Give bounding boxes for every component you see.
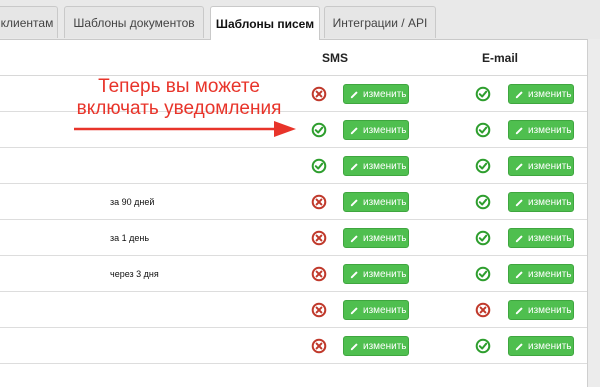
sms-edit-button[interactable]: изменить bbox=[343, 264, 409, 284]
pencil-icon bbox=[515, 270, 524, 279]
pencil-icon bbox=[350, 270, 359, 279]
edit-button-label: изменить bbox=[363, 304, 407, 316]
pencil-icon bbox=[350, 126, 359, 135]
tab-label: Шаблоны писем bbox=[215, 16, 315, 31]
pencil-icon bbox=[515, 306, 524, 315]
row-period: через 3 дня bbox=[110, 269, 159, 279]
annotation-arrow bbox=[74, 121, 296, 137]
enabled-check-icon bbox=[311, 122, 327, 138]
email-column-header: E-mail bbox=[481, 51, 518, 65]
pencil-icon bbox=[350, 234, 359, 243]
pencil-icon bbox=[350, 90, 359, 99]
enabled-check-icon bbox=[311, 158, 327, 174]
pencil-icon bbox=[350, 306, 359, 315]
disabled-x-icon bbox=[311, 194, 327, 210]
edit-button-label: изменить bbox=[363, 340, 407, 352]
pencil-icon bbox=[515, 126, 524, 135]
pencil-icon bbox=[350, 198, 359, 207]
sms-edit-button[interactable]: изменить bbox=[343, 300, 409, 320]
disabled-x-icon bbox=[311, 266, 327, 282]
disabled-x-icon bbox=[475, 302, 491, 318]
table-row: за 1 день изменить изменить bbox=[0, 220, 587, 256]
edit-button-label: изменить bbox=[363, 88, 407, 100]
tab-label: Интеграции / API bbox=[332, 15, 428, 30]
email-edit-button[interactable]: изменить bbox=[508, 336, 574, 356]
tab-label: клиентам bbox=[0, 15, 54, 30]
edit-button-label: изменить bbox=[528, 160, 572, 172]
pencil-icon bbox=[515, 90, 524, 99]
pencil-icon bbox=[350, 342, 359, 351]
tab-bar: клиентам Шаблоны документов Шаблоны писе… bbox=[0, 0, 600, 40]
edit-button-label: изменить bbox=[363, 160, 407, 172]
enabled-check-icon bbox=[475, 194, 491, 210]
email-edit-button[interactable]: изменить bbox=[508, 84, 574, 104]
edit-button-label: изменить bbox=[363, 268, 407, 280]
email-edit-button[interactable]: изменить bbox=[508, 192, 574, 212]
tab-label: Шаблоны документов bbox=[73, 15, 195, 30]
edit-button-label: изменить bbox=[528, 232, 572, 244]
edit-button-label: изменить bbox=[528, 196, 572, 208]
sms-edit-button[interactable]: изменить bbox=[343, 228, 409, 248]
edit-button-label: изменить bbox=[363, 232, 407, 244]
edit-button-label: изменить bbox=[363, 196, 407, 208]
tab-clients[interactable]: клиентам bbox=[0, 6, 58, 38]
email-edit-button[interactable]: изменить bbox=[508, 120, 574, 140]
sms-edit-button[interactable]: изменить bbox=[343, 120, 409, 140]
sms-edit-button[interactable]: изменить bbox=[343, 156, 409, 176]
sms-column-header: SMS bbox=[321, 51, 348, 65]
pencil-icon bbox=[515, 162, 524, 171]
table-row: изменить изменить bbox=[0, 328, 587, 364]
pencil-icon bbox=[515, 342, 524, 351]
table-row: через 3 дня изменить изменить bbox=[0, 256, 587, 292]
pencil-icon bbox=[350, 162, 359, 171]
tab-document-templates[interactable]: Шаблоны документов bbox=[64, 6, 204, 38]
edit-button-label: изменить bbox=[528, 304, 572, 316]
sms-edit-button[interactable]: изменить bbox=[343, 336, 409, 356]
email-edit-button[interactable]: изменить bbox=[508, 156, 574, 176]
enabled-check-icon bbox=[475, 122, 491, 138]
annotation-text: Теперь вы можете включать уведомления bbox=[76, 76, 282, 119]
sms-edit-button[interactable]: изменить bbox=[343, 192, 409, 212]
enabled-check-icon bbox=[475, 158, 491, 174]
enabled-check-icon bbox=[475, 338, 491, 354]
edit-button-label: изменить bbox=[528, 88, 572, 100]
disabled-x-icon bbox=[311, 302, 327, 318]
tab-email-templates[interactable]: Шаблоны писем bbox=[210, 6, 320, 40]
disabled-x-icon bbox=[311, 338, 327, 354]
scroll-edge bbox=[588, 39, 600, 387]
table-row: за 90 дней изменить изменить bbox=[0, 184, 587, 220]
enabled-check-icon bbox=[475, 86, 491, 102]
table-header: SMS E-mail bbox=[0, 40, 587, 76]
row-period: за 90 дней bbox=[110, 197, 155, 207]
pencil-icon bbox=[515, 198, 524, 207]
enabled-check-icon bbox=[475, 230, 491, 246]
row-period: за 1 день bbox=[110, 233, 150, 243]
email-edit-button[interactable]: изменить bbox=[508, 264, 574, 284]
tab-integrations-api[interactable]: Интеграции / API bbox=[324, 6, 436, 38]
pencil-icon bbox=[515, 234, 524, 243]
table-row: изменить изменить bbox=[0, 292, 587, 328]
email-edit-button[interactable]: изменить bbox=[508, 300, 574, 320]
disabled-x-icon bbox=[311, 230, 327, 246]
edit-button-label: изменить bbox=[528, 340, 572, 352]
edit-button-label: изменить bbox=[363, 124, 407, 136]
email-edit-button[interactable]: изменить bbox=[508, 228, 574, 248]
table-row: изменить изменить bbox=[0, 148, 587, 184]
disabled-x-icon bbox=[311, 86, 327, 102]
enabled-check-icon bbox=[475, 266, 491, 282]
edit-button-label: изменить bbox=[528, 124, 572, 136]
edit-button-label: изменить bbox=[528, 268, 572, 280]
sms-edit-button[interactable]: изменить bbox=[343, 84, 409, 104]
